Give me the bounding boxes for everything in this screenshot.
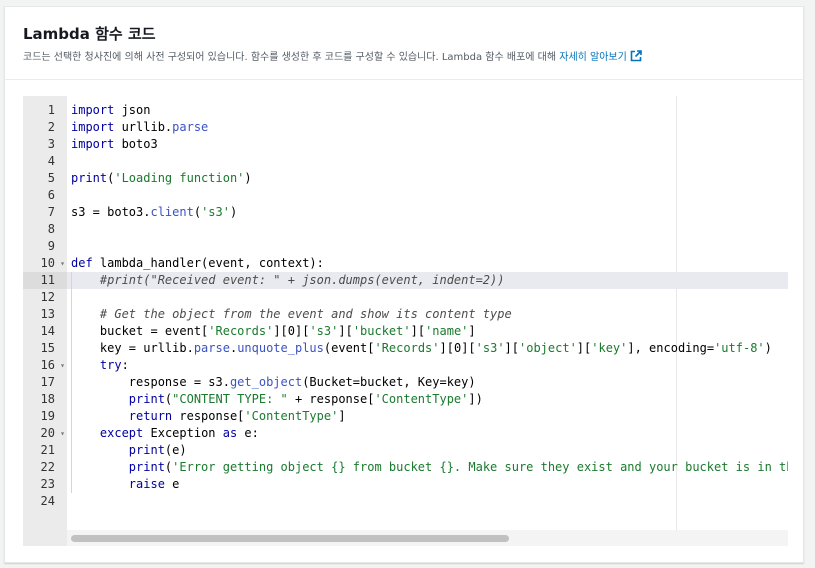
line-number: 23: [23, 476, 67, 493]
code-editor[interactable]: 1 2 3 4 5 6 7 8 9 10 ▾ 11 12 13 14 15 16 ▾ 17 18 19 20 ▾ 21 22 23…: [23, 96, 788, 546]
line-number-text: 9: [47, 239, 55, 253]
line-number: 6: [23, 187, 67, 204]
learn-more-link[interactable]: 자세히 알아보기: [559, 50, 642, 63]
line-number-text: 19: [40, 409, 55, 423]
line-number: 24: [23, 493, 67, 510]
line-number-text: 14: [40, 324, 55, 338]
code-line[interactable]: s3 = boto3.client('s3'): [71, 204, 237, 221]
line-number: 7: [23, 204, 67, 221]
code-text-area[interactable]: import json import urllib.parse import bot…: [67, 96, 788, 546]
line-number-text: 1: [47, 103, 55, 117]
line-number: 17: [23, 374, 67, 391]
code-line[interactable]: # Get the object from the event and show…: [71, 306, 512, 323]
line-number: 20 ▾: [23, 425, 67, 442]
line-number: 9: [23, 238, 67, 255]
function-code-panel: Lambda 함수 코드 코드는 선택한 청사진에 의해 사전 구성되어 있습니…: [4, 6, 804, 563]
code-line[interactable]: print('Loading function'): [71, 170, 252, 187]
code-line[interactable]: print(e): [71, 442, 187, 459]
line-number: 19: [23, 408, 67, 425]
learn-more-label[interactable]: 자세히 알아보기: [559, 52, 627, 63]
code-line[interactable]: try:: [71, 357, 129, 374]
external-link-icon[interactable]: [630, 50, 642, 62]
code-line[interactable]: bucket = event['Records'][0]['s3']['buck…: [71, 323, 476, 340]
line-number: 12: [23, 289, 67, 306]
line-number-text: 12: [40, 290, 55, 304]
line-number: 4: [23, 153, 67, 170]
line-number-text: 22: [40, 460, 55, 474]
code-line[interactable]: import json: [71, 102, 150, 119]
code-line[interactable]: raise e: [71, 476, 180, 493]
line-number: 14: [23, 323, 67, 340]
code-line[interactable]: key = urllib.parse.unquote_plus(event['R…: [71, 340, 772, 357]
code-line[interactable]: print('Error getting object {} from buck…: [71, 459, 788, 476]
code-line[interactable]: import urllib.parse: [71, 119, 208, 136]
code-line[interactable]: response = s3.get_object(Bucket=bucket, …: [71, 374, 476, 391]
line-number-text: 3: [47, 137, 55, 151]
line-number-text: 6: [47, 188, 55, 202]
code-line[interactable]: #print("Received event: " + json.dumps(e…: [71, 272, 505, 289]
code-line[interactable]: print("CONTENT TYPE: " + response['Conte…: [71, 391, 483, 408]
panel-header: Lambda 함수 코드 코드는 선택한 청사진에 의해 사전 구성되어 있습니…: [5, 7, 803, 80]
code-line[interactable]: except Exception as e:: [71, 425, 259, 442]
line-number: 8: [23, 221, 67, 238]
code-line[interactable]: import boto3: [71, 136, 158, 153]
line-number-text: 5: [47, 171, 55, 185]
line-number-text: 15: [40, 341, 55, 355]
fold-toggle-icon[interactable]: ▾: [60, 255, 65, 272]
line-number-text: 4: [47, 154, 55, 168]
panel-description: 코드는 선택한 청사진에 의해 사전 구성되어 있습니다. 함수를 생성한 후 …: [23, 48, 642, 63]
horizontal-scrollbar[interactable]: [67, 530, 788, 546]
line-number: 15: [23, 340, 67, 357]
line-number-text: 11: [40, 273, 55, 287]
description-text: 코드는 선택한 청사진에 의해 사전 구성되어 있습니다. 함수를 생성한 후 …: [23, 52, 560, 63]
line-number: 10 ▾: [23, 255, 67, 272]
line-number: 2: [23, 119, 67, 136]
line-number: 22: [23, 459, 67, 476]
code-line[interactable]: return response['ContentType']: [71, 408, 346, 425]
code-line[interactable]: def lambda_handler(event, context):: [71, 255, 324, 272]
line-number-text: 8: [47, 222, 55, 236]
line-number-text: 18: [40, 392, 55, 406]
line-number-text: 24: [40, 494, 55, 508]
panel-title: Lambda 함수 코드: [23, 25, 156, 43]
line-number-text: 13: [40, 307, 55, 321]
line-number-text: 17: [40, 375, 55, 389]
line-number: 1: [23, 102, 67, 119]
line-number: 3: [23, 136, 67, 153]
line-number: 21: [23, 442, 67, 459]
line-number: 13: [23, 306, 67, 323]
line-number-text: 2: [47, 120, 55, 134]
line-number-text: 23: [40, 477, 55, 491]
fold-toggle-icon[interactable]: ▾: [60, 357, 65, 374]
line-number-text: 16: [40, 358, 55, 372]
fold-toggle-icon[interactable]: ▾: [60, 425, 65, 442]
line-number-text: 10: [40, 256, 55, 270]
line-number-text: 20: [40, 426, 55, 440]
line-number-gutter: 1 2 3 4 5 6 7 8 9 10 ▾ 11 12 13 14 15 16 ▾ 17 18 19 20 ▾ 21 22 23…: [23, 96, 67, 546]
horizontal-scrollbar-thumb[interactable]: [71, 535, 509, 542]
line-number-text: 7: [47, 205, 55, 219]
line-number: 5: [23, 170, 67, 187]
line-number-text: 21: [40, 443, 55, 457]
line-number: 11: [23, 272, 67, 289]
line-number: 16 ▾: [23, 357, 67, 374]
line-number: 18: [23, 391, 67, 408]
